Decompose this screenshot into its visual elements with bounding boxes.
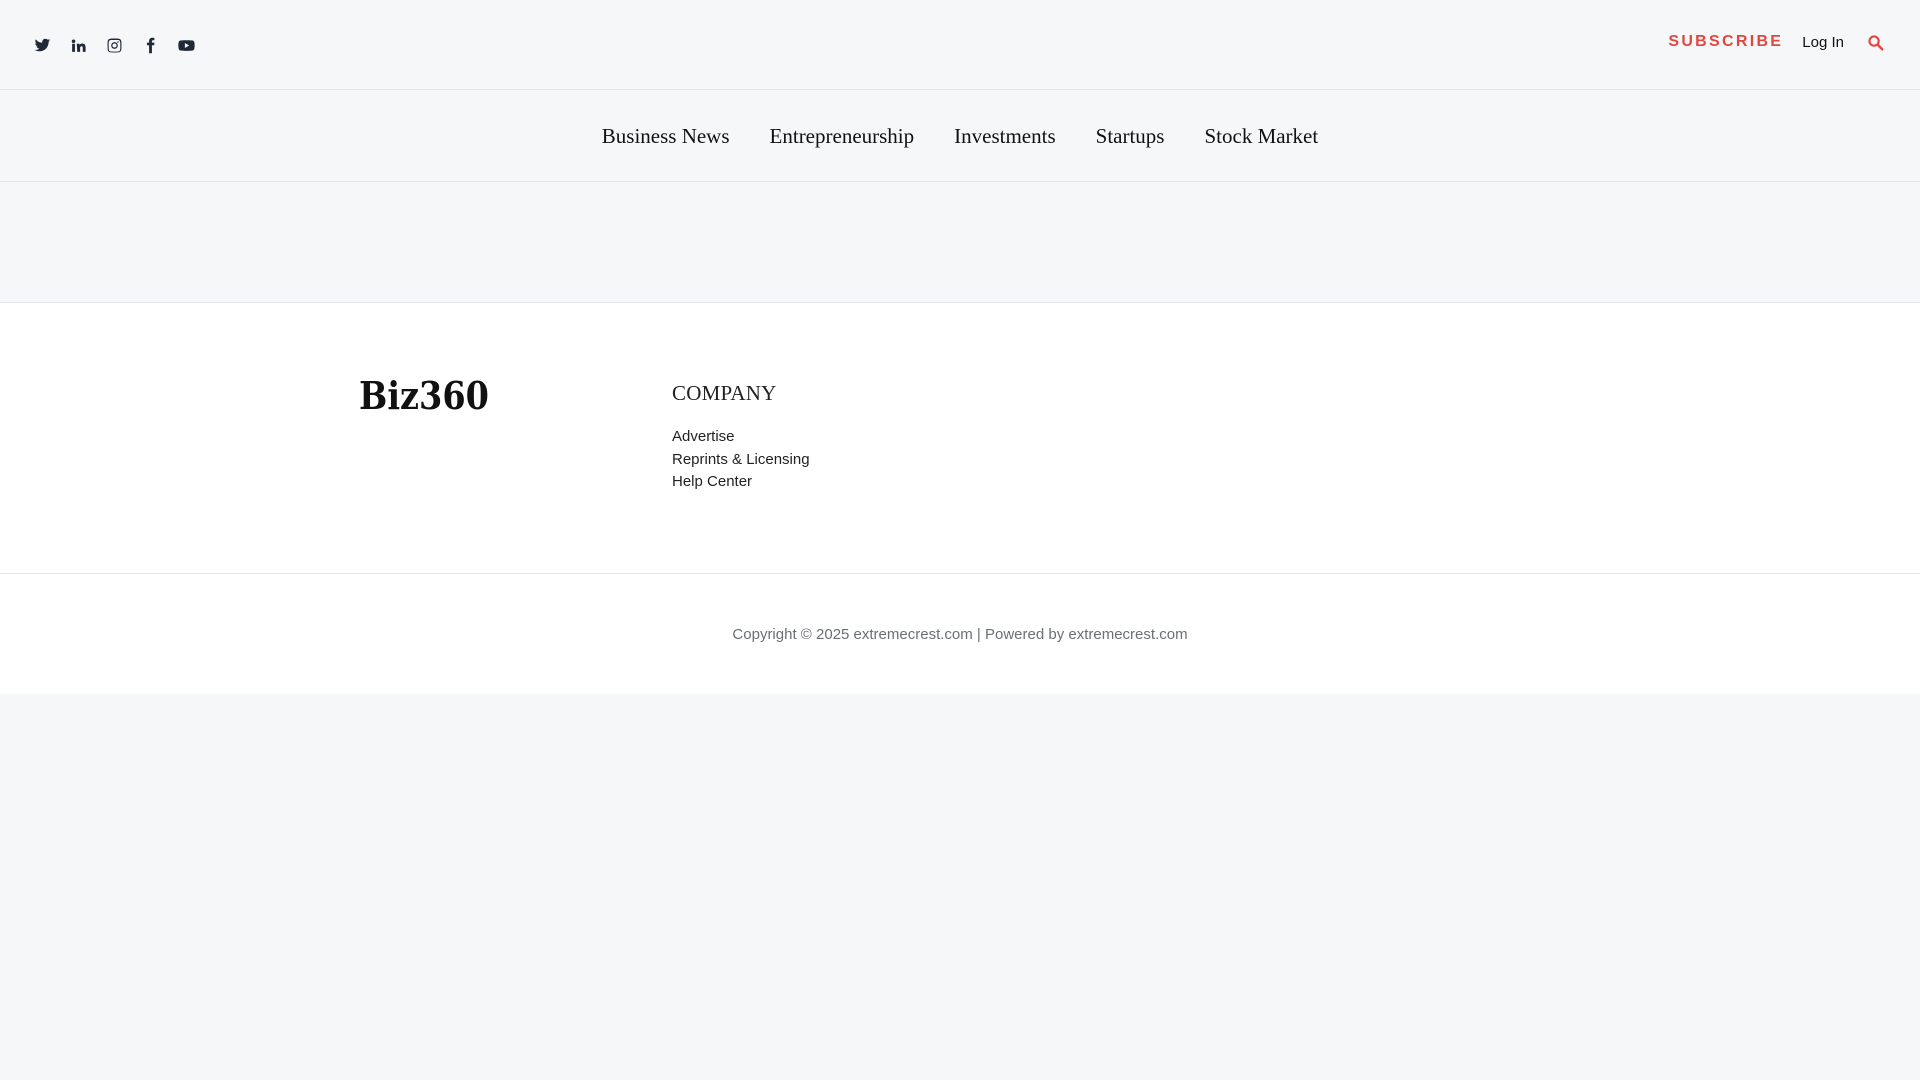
- instagram-icon[interactable]: [105, 36, 123, 54]
- youtube-icon[interactable]: [177, 36, 195, 54]
- facebook-icon[interactable]: [141, 36, 159, 54]
- copyright-text: Copyright © 2025 extremecrest.com | Powe…: [732, 626, 1187, 643]
- site-logo[interactable]: Biz360: [359, 373, 491, 418]
- reprints-licensing-link[interactable]: Reprints & Licensing: [672, 449, 810, 472]
- linkedin-icon[interactable]: [69, 36, 87, 54]
- nav-item-investments[interactable]: Investments: [954, 122, 1055, 149]
- subscribe-button[interactable]: SUBSCRIBE: [1668, 33, 1783, 51]
- nav-menu: Business News Entrepreneurship Investmen…: [582, 122, 1338, 149]
- nav-item-startups[interactable]: Startups: [1096, 122, 1165, 149]
- main-navigation: Business News Entrepreneurship Investmen…: [0, 90, 1920, 182]
- search-icon[interactable]: [1866, 33, 1884, 51]
- header-actions: SUBSCRIBE Log In: [1668, 33, 1884, 51]
- nav-item-entrepreneurship[interactable]: Entrepreneurship: [770, 122, 915, 149]
- social-links: [33, 36, 213, 54]
- footer-widgets: Biz360 COMPANY Advertise Reprints & Lice…: [0, 302, 1920, 574]
- nav-item-stock-market[interactable]: Stock Market: [1204, 122, 1318, 149]
- site-link[interactable]: extremecrest.com: [854, 626, 973, 643]
- copyright-separator: | Powered by: [972, 625, 1069, 643]
- help-center-link[interactable]: Help Center: [672, 471, 810, 494]
- copyright-prefix: Copyright © 2025: [732, 625, 854, 643]
- nav-item-business-news[interactable]: Business News: [602, 122, 730, 149]
- top-bar: SUBSCRIBE Log In: [0, 0, 1920, 90]
- login-link[interactable]: Log In: [1802, 34, 1844, 51]
- company-heading: COMPANY: [672, 381, 777, 405]
- company-links: COMPANY Advertise Reprints & Licensing H…: [672, 381, 810, 494]
- advertise-link[interactable]: Advertise: [672, 426, 810, 449]
- twitter-icon[interactable]: [33, 36, 51, 54]
- svg-text:Biz360: Biz360: [359, 373, 489, 417]
- copyright-bar: Copyright © 2025 extremecrest.com | Powe…: [0, 574, 1920, 694]
- powered-by-link[interactable]: extremecrest.com: [1068, 626, 1187, 643]
